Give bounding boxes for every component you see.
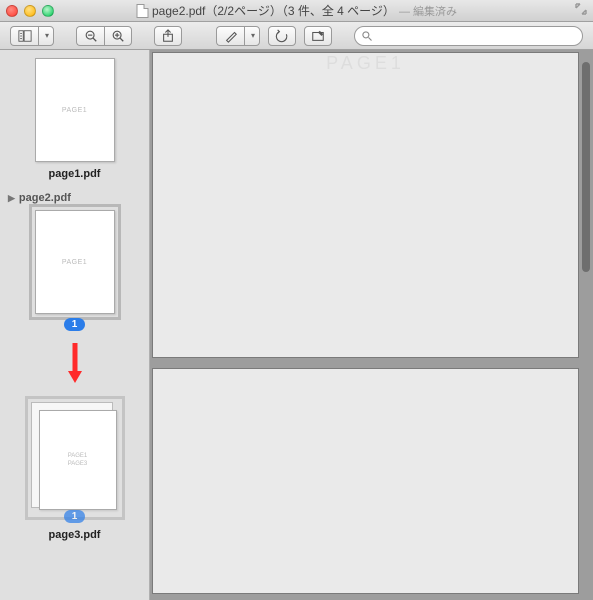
rotate-button[interactable] [268, 26, 296, 46]
highlight-menu[interactable]: ▾ [244, 26, 260, 46]
window-title: page2.pdf（2/2ページ）（3 件、全 4 ページ） — 編集済み [136, 2, 457, 19]
share-button[interactable] [154, 26, 182, 46]
arrow-down-icon [68, 343, 82, 383]
search-field[interactable] [354, 26, 583, 46]
title-edited: — 編集済み [399, 3, 457, 19]
scrollbar-thumb[interactable] [582, 62, 590, 272]
thumbnail-preview: PAGE1 [35, 210, 115, 314]
zoom-in-button[interactable] [104, 26, 132, 46]
close-icon[interactable] [6, 5, 18, 17]
title-main: page2.pdf（2/2ページ）（3 件、全 4 ページ） [152, 2, 395, 19]
content-area: PAGE1 page1.pdf ▶ page2.pdf PAGE1 1 [0, 50, 593, 600]
thumbnail-page3[interactable]: PAGE1 PAGE3 1 page3.pdf [0, 400, 149, 541]
thumbnail-label: page3.pdf [49, 529, 101, 541]
search-input[interactable] [377, 30, 576, 42]
section-header-page2[interactable]: ▶ page2.pdf [0, 188, 149, 208]
disclosure-triangle-icon[interactable]: ▶ [8, 193, 15, 204]
toolbar: ▾ ▾ [0, 22, 593, 50]
main-viewer[interactable]: PAGE1 [150, 50, 593, 600]
page-preview-1[interactable]: PAGE1 [152, 52, 579, 358]
zoom-out-button[interactable] [76, 26, 104, 46]
page-preview-2[interactable] [152, 368, 579, 594]
document-icon [136, 4, 148, 18]
thumbnail-page2[interactable]: PAGE1 1 [0, 210, 149, 331]
highlight-button[interactable] [216, 26, 244, 46]
fullscreen-icon[interactable] [575, 3, 587, 18]
page-badge: 1 [64, 318, 86, 331]
thumbnail-sidebar[interactable]: PAGE1 page1.pdf ▶ page2.pdf PAGE1 1 [0, 50, 150, 600]
minimize-icon[interactable] [24, 5, 36, 17]
drag-arrow [0, 339, 149, 392]
page-badge: 1 [64, 510, 86, 523]
markup-button[interactable] [304, 26, 332, 46]
thumbnail-label: page1.pdf [49, 168, 101, 180]
view-mode-button[interactable] [10, 26, 38, 46]
view-mode-menu[interactable]: ▾ [38, 26, 54, 46]
window-controls [6, 5, 54, 17]
zoom-icon[interactable] [42, 5, 54, 17]
vertical-scrollbar[interactable] [581, 52, 591, 598]
thumbnail-preview: PAGE1 [35, 58, 115, 162]
thumbnail-stack: PAGE1 PAGE3 [29, 400, 121, 516]
titlebar: page2.pdf（2/2ページ）（3 件、全 4 ページ） — 編集済み [0, 0, 593, 22]
search-icon [361, 30, 373, 42]
section-label: page2.pdf [19, 192, 71, 204]
thumbnail-page1[interactable]: PAGE1 page1.pdf [0, 58, 149, 180]
